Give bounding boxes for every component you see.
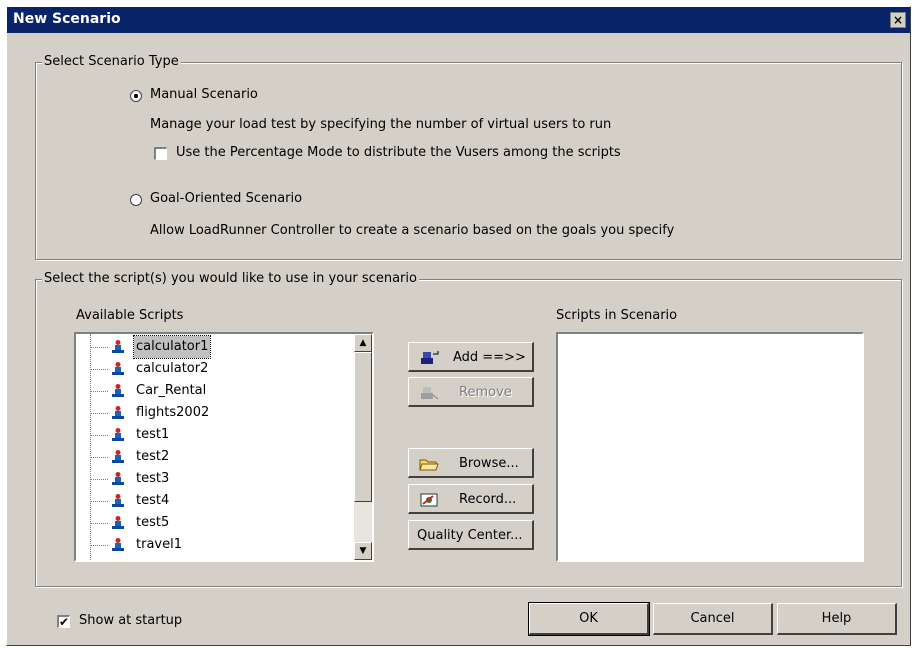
tree-connector bbox=[90, 501, 108, 502]
show-at-startup-label[interactable]: Show at startup bbox=[79, 613, 182, 628]
available-script-item[interactable]: flights2002 bbox=[76, 402, 354, 424]
title-bar[interactable]: New Scenario × bbox=[7, 7, 910, 33]
close-button[interactable]: × bbox=[890, 12, 906, 28]
script-icon bbox=[112, 494, 124, 507]
available-scripts-label: Available Scripts bbox=[76, 308, 184, 323]
script-icon bbox=[112, 450, 124, 463]
tree-connector bbox=[90, 391, 108, 392]
scroll-down-button[interactable]: ▼ bbox=[354, 542, 372, 560]
tree-connector bbox=[90, 413, 108, 414]
manual-scenario-label[interactable]: Manual Scenario bbox=[150, 87, 258, 102]
script-icon bbox=[112, 340, 124, 353]
cancel-button-label: Cancel bbox=[690, 611, 735, 626]
remove-button[interactable]: Remove bbox=[408, 377, 534, 407]
available-script-item[interactable]: calculator1 bbox=[76, 335, 354, 359]
new-scenario-dialog: New Scenario × Select Scenario Type Manu… bbox=[6, 6, 911, 646]
remove-button-label: Remove bbox=[459, 385, 512, 400]
scenario-type-group: Select Scenario Type Manual Scenario Man… bbox=[35, 54, 902, 260]
remove-icon bbox=[421, 387, 439, 400]
available-script-item[interactable]: Car_Rental bbox=[76, 380, 354, 402]
help-button[interactable]: Help bbox=[777, 603, 897, 635]
record-button[interactable]: Record... bbox=[408, 484, 534, 514]
browse-button[interactable]: Browse... bbox=[408, 448, 534, 478]
tree-connector bbox=[90, 545, 108, 546]
scripts-in-scenario-label: Scripts in Scenario bbox=[556, 308, 678, 323]
available-script-item[interactable]: calculator2 bbox=[76, 358, 354, 380]
show-at-startup-checkbox[interactable]: ✔ bbox=[57, 615, 70, 628]
scenario-type-legend: Select Scenario Type bbox=[42, 54, 181, 69]
scripts-legend: Select the script(s) you would like to u… bbox=[42, 271, 419, 286]
add-button-label: Add ==>> bbox=[453, 350, 526, 365]
goal-oriented-scenario-radio[interactable] bbox=[130, 194, 142, 206]
quality-center-button[interactable]: Quality Center... bbox=[408, 520, 534, 550]
goal-oriented-scenario-label[interactable]: Goal-Oriented Scenario bbox=[150, 191, 302, 206]
goal-oriented-scenario-description: Allow LoadRunner Controller to create a … bbox=[150, 223, 675, 238]
help-button-label: Help bbox=[821, 611, 852, 626]
script-name: test3 bbox=[136, 471, 170, 486]
script-icon bbox=[112, 472, 124, 485]
scripts-in-scenario-list[interactable] bbox=[556, 332, 864, 562]
ok-button[interactable]: OK bbox=[528, 602, 650, 636]
available-script-item[interactable]: test2 bbox=[76, 446, 354, 468]
cancel-button[interactable]: Cancel bbox=[653, 603, 773, 635]
script-name: test1 bbox=[136, 427, 170, 442]
scroll-thumb[interactable] bbox=[354, 352, 372, 502]
available-scripts-scrollbar[interactable]: ▲ ▼ bbox=[354, 334, 372, 560]
script-name: flights2002 bbox=[136, 405, 210, 420]
script-icon bbox=[112, 516, 124, 529]
tree-connector bbox=[90, 457, 108, 458]
manual-scenario-radio[interactable] bbox=[130, 90, 142, 102]
ok-button-label: OK bbox=[579, 611, 598, 626]
tree-connector bbox=[90, 479, 108, 480]
script-name: calculator2 bbox=[136, 361, 209, 376]
percentage-mode-label[interactable]: Use the Percentage Mode to distribute th… bbox=[176, 145, 621, 160]
window-title: New Scenario bbox=[13, 11, 121, 27]
available-script-item[interactable]: test3 bbox=[76, 468, 354, 490]
script-icon bbox=[112, 428, 124, 441]
scripts-group: Select the script(s) you would like to u… bbox=[35, 271, 902, 587]
add-button[interactable]: Add ==>> bbox=[408, 342, 534, 372]
tree-connector bbox=[90, 435, 108, 436]
script-name: Car_Rental bbox=[136, 383, 207, 398]
script-name: test2 bbox=[136, 449, 170, 464]
percentage-mode-checkbox[interactable] bbox=[154, 147, 167, 160]
manual-scenario-description: Manage your load test by specifying the … bbox=[150, 117, 612, 132]
script-icon bbox=[112, 406, 124, 419]
available-script-item[interactable]: test4 bbox=[76, 490, 354, 512]
script-name: travel1 bbox=[136, 537, 182, 552]
folder-open-icon bbox=[419, 459, 439, 471]
script-name: calculator1 bbox=[132, 335, 212, 359]
quality-center-button-label: Quality Center... bbox=[417, 528, 523, 543]
record-button-label: Record... bbox=[459, 492, 517, 507]
available-script-item[interactable]: test5 bbox=[76, 512, 354, 534]
browse-button-label: Browse... bbox=[459, 456, 519, 471]
available-script-item[interactable]: test1 bbox=[76, 424, 354, 446]
script-name: test5 bbox=[136, 515, 170, 530]
available-scripts-list[interactable]: calculator1 calculator2 Car_Rental flights2… bbox=[74, 332, 374, 562]
tree-connector bbox=[90, 347, 108, 348]
scroll-up-button[interactable]: ▲ bbox=[354, 334, 372, 352]
tree-connector bbox=[90, 369, 108, 370]
script-icon bbox=[112, 362, 124, 375]
script-icon bbox=[112, 384, 124, 397]
script-name: test4 bbox=[136, 493, 170, 508]
available-script-item[interactable]: travel1 bbox=[76, 534, 354, 556]
script-icon bbox=[112, 538, 124, 551]
add-icon bbox=[421, 351, 439, 364]
tree-connector bbox=[90, 523, 108, 524]
record-icon bbox=[420, 493, 438, 507]
